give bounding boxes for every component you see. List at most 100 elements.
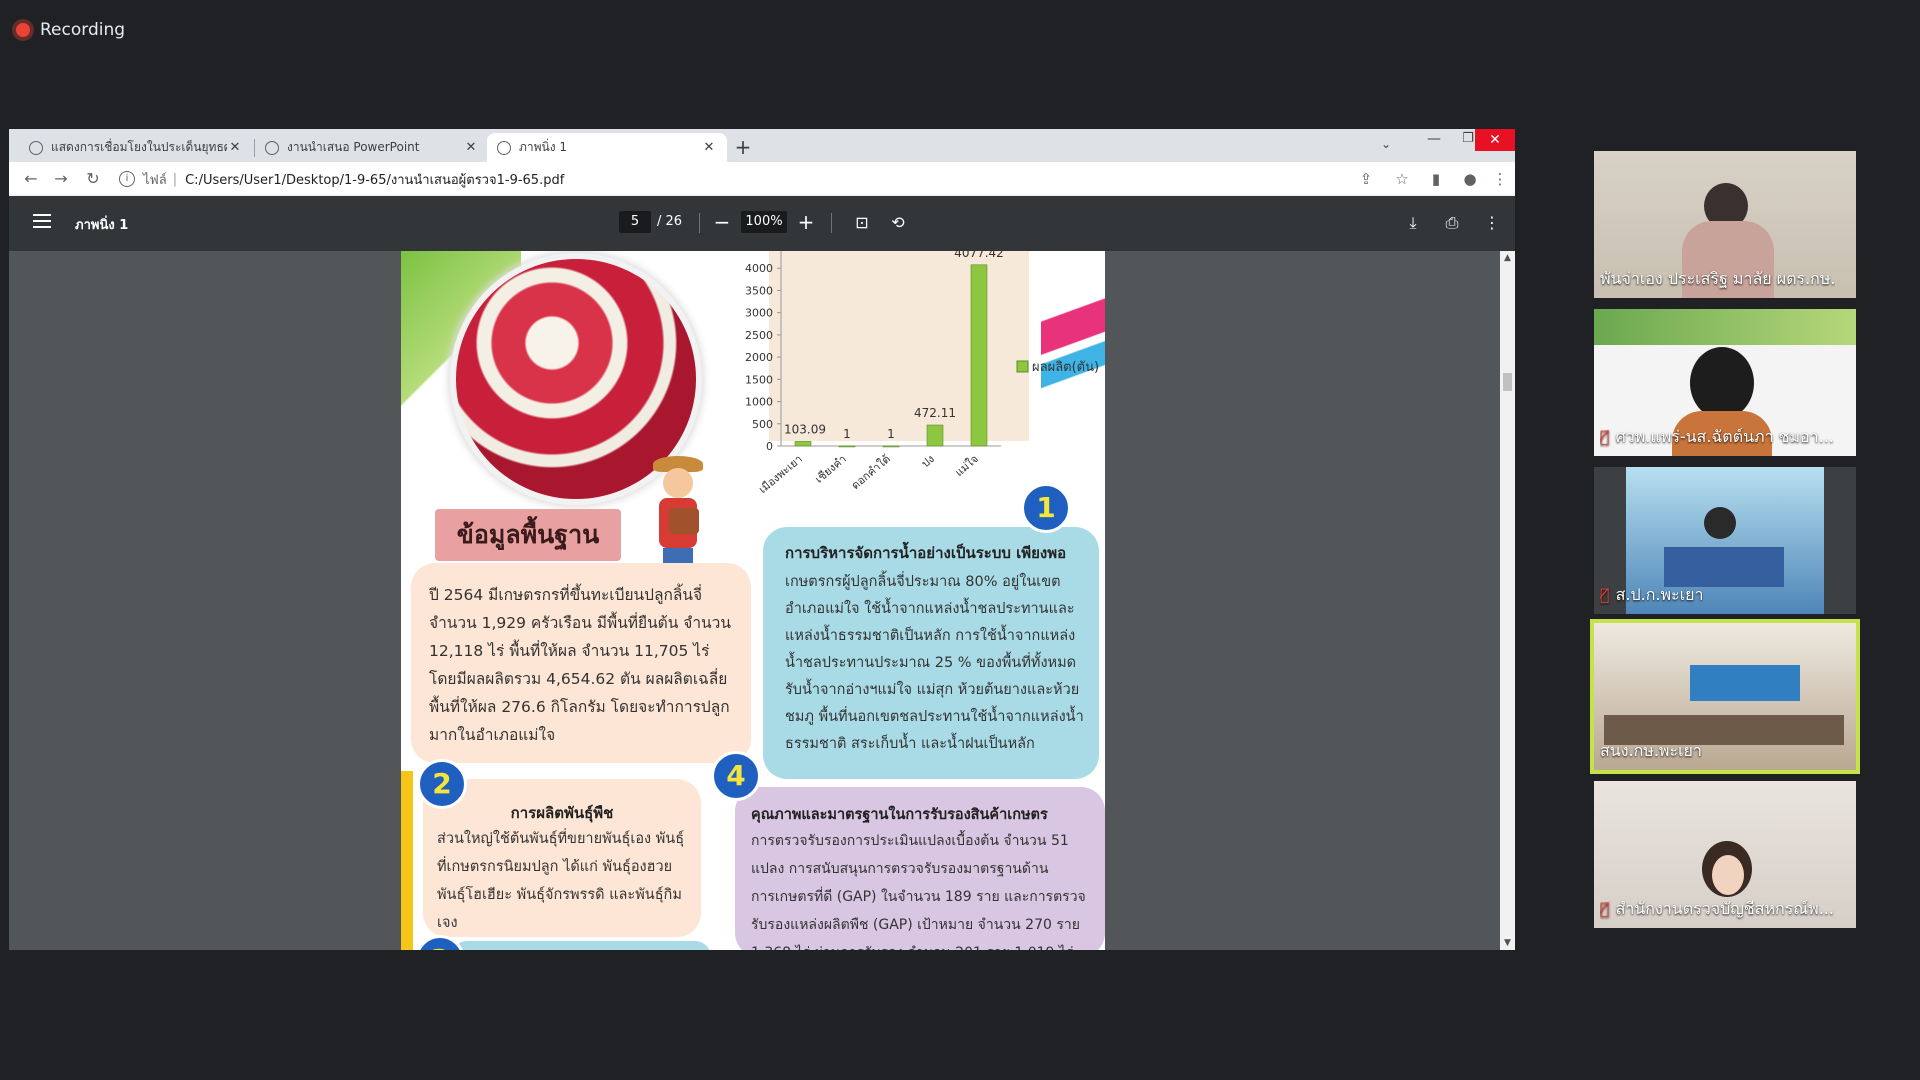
tab-2-active[interactable]: ภาพนิ่ง 1 ✕ xyxy=(487,133,727,162)
address-bar[interactable]: i ไฟล์ | C:/Users/User1/Desktop/1-9-65/ง… xyxy=(119,165,1319,193)
section-badge-1: 1 xyxy=(1021,483,1071,533)
plant-breeding-text: ส่วนใหญ่ใช้ต้นพันธุ์ที่ขยายพันธุ์เอง พัน… xyxy=(437,831,685,931)
reload-icon[interactable]: ↻ xyxy=(83,169,103,189)
plant-breeding-panel: การผลิตพันธุ์พืช ส่วนใหญ่ใช้ต้นพันธุ์ที่… xyxy=(423,779,701,937)
production-chart: 0 500 1000 1500 2000 2500 3000 3500 4000 4500 103.… xyxy=(745,251,1099,496)
tab-title: ภาพนิ่ง 1 xyxy=(519,140,568,154)
download-icon[interactable]: ⤓ xyxy=(1402,212,1424,234)
scroll-down-arrow-icon[interactable]: ▼ xyxy=(1500,936,1515,950)
tab-0[interactable]: แสดงการเชื่อมโยงในประเด็นยุทธศาสตร์ ✕ xyxy=(19,133,253,162)
bar xyxy=(794,441,812,447)
y-tick-label: 3500 xyxy=(745,284,773,297)
data-label: 1 xyxy=(843,427,851,441)
browser-toolbar: ← → ↻ i ไฟล์ | C:/Users/User1/Desktop/1-… xyxy=(9,162,1515,197)
tab-title: งานนำเสนอ PowerPoint xyxy=(287,140,420,154)
globe-icon xyxy=(29,140,43,155)
data-label: 103.09 xyxy=(784,422,826,436)
pdf-toolbar: ภาพนิ่ง 1 5 / 26 − 100% + ⊡ ⟲ ⤓ ⎙ ⋮ xyxy=(9,196,1515,251)
recording-label: Recording xyxy=(40,20,126,40)
participant-tile[interactable]: 🎙̸ ศวพ.แพร่-นส.ฉัตต์นภา ชมอา... xyxy=(1594,309,1856,456)
y-tick-label: 1500 xyxy=(745,373,773,386)
y-tick-label: 4000 xyxy=(745,262,773,275)
water-management-text: เกษตรกรผู้ปลูกลิ้นจี่ประมาณ 80% อยู่ในเข… xyxy=(785,574,1084,752)
menu-icon[interactable] xyxy=(33,214,51,228)
section-3-panel xyxy=(451,941,711,950)
more-vert-icon[interactable]: ⋮ xyxy=(1491,170,1509,188)
quality-standard-text: การตรวจรับรองการประเมินแปลงเบื้องต้น จำน… xyxy=(751,833,1086,950)
info-icon[interactable]: i xyxy=(119,171,135,187)
bar xyxy=(926,424,944,447)
y-tick-label: 1000 xyxy=(745,396,773,409)
participant-name: 🎙̸ ศวพ.แพร่-นส.ฉัตต์นภา ชมอา... xyxy=(1600,427,1834,446)
data-label: 4077.42 xyxy=(954,251,1004,260)
close-icon[interactable]: ✕ xyxy=(227,140,243,156)
zoom-out-button[interactable]: − xyxy=(711,210,733,234)
star-icon[interactable]: ☆ xyxy=(1393,170,1411,188)
fit-page-icon[interactable]: ⊡ xyxy=(851,212,873,234)
tab-1[interactable]: งานนำเสนอ PowerPoint ✕ xyxy=(255,133,489,162)
share-icon[interactable]: ⇪ xyxy=(1357,170,1375,188)
rotate-icon[interactable]: ⟲ xyxy=(887,212,909,234)
forward-arrow-icon[interactable]: → xyxy=(51,169,71,189)
zoom-input[interactable]: 100% xyxy=(741,211,787,233)
participant-tile[interactable]: พันจ่าเอง ประเสริฐ มาลัย ผตร.กษ. xyxy=(1594,151,1856,298)
page-number-input[interactable]: 5 xyxy=(619,211,651,233)
y-tick-label: 2000 xyxy=(745,351,773,364)
profile-icon[interactable]: ● xyxy=(1461,170,1479,188)
section-badge-3: 3 xyxy=(415,935,465,950)
participant-name: 🎙̸ สำนักงานตรวจบัญชีสหกรณ์พ... xyxy=(1600,899,1834,918)
tab-title: แสดงการเชื่อมโยงในประเด็นยุทธศาสตร์ xyxy=(51,140,227,154)
globe-icon xyxy=(265,140,279,155)
chevron-down-icon[interactable]: ⌄ xyxy=(1381,137,1391,151)
scroll-up-arrow-icon[interactable]: ▲ xyxy=(1500,251,1515,265)
water-management-heading: การบริหารจัดการน้ำอย่างเป็นระบบ เพียงพอ xyxy=(785,544,1067,562)
minimize-icon[interactable]: — xyxy=(1419,131,1449,153)
y-tick-label: 0 xyxy=(766,440,773,453)
participant-name: พันจ่าเอง ประเสริฐ มาลัย ผตร.กษ. xyxy=(1600,269,1836,288)
quality-standard-panel: คุณภาพและมาตรฐานในการรับรองสินค้าเกษตร ก… xyxy=(735,787,1105,950)
participant-name: 🎙̸ ส.ป.ก.พะเยา xyxy=(1600,585,1704,604)
data-label: 1 xyxy=(887,427,895,441)
address-path: C:/Users/User1/Desktop/1-9-65/งานนำเสนอผ… xyxy=(185,172,565,188)
pdf-page: 0 500 1000 1500 2000 2500 3000 3500 4000 4500 103.… xyxy=(401,251,1105,950)
new-tab-button[interactable]: + xyxy=(731,135,755,159)
back-arrow-icon[interactable]: ← xyxy=(21,169,41,189)
vertical-scrollbar[interactable]: ▲ ▼ xyxy=(1500,251,1515,950)
page-total: / 26 xyxy=(657,214,683,229)
basic-info-panel: ปี 2564 มีเกษตรกรที่ขึ้นทะเบียนปลูกลิ้นจ… xyxy=(411,563,751,763)
zoom-in-button[interactable]: + xyxy=(795,210,817,234)
close-window-button[interactable]: ✕ xyxy=(1475,129,1515,151)
toolbar-divider xyxy=(699,213,700,233)
water-management-panel: การบริหารจัดการน้ำอย่างเป็นระบบ เพียงพอ … xyxy=(763,527,1099,779)
recording-indicator: Recording xyxy=(16,16,125,44)
address-divider: | xyxy=(172,171,178,187)
mic-off-icon: 🎙̸ xyxy=(1600,899,1610,918)
participant-tile[interactable]: 🎙̸ ส.ป.ก.พะเยา xyxy=(1594,467,1856,614)
participant-name: สนง.กษ.พะเยา xyxy=(1600,741,1702,760)
address-scheme: ไฟล์ xyxy=(143,172,167,188)
category-label: เชียงคำ xyxy=(813,452,849,485)
more-vert-icon[interactable]: ⋮ xyxy=(1481,212,1503,234)
mic-off-icon: 🎙̸ xyxy=(1600,427,1610,446)
bar xyxy=(882,445,900,448)
pdf-title: ภาพนิ่ง 1 xyxy=(75,218,129,233)
bar xyxy=(838,445,856,448)
legend-swatch xyxy=(1016,360,1029,373)
pdf-viewer[interactable]: 0 500 1000 1500 2000 2500 3000 3500 4000 4500 103.… xyxy=(9,251,1515,950)
scrollbar-thumb[interactable] xyxy=(1503,373,1512,391)
participant-tile-active-speaker[interactable]: สนง.กษ.พะเยา xyxy=(1590,619,1860,774)
section-badge-4: 4 xyxy=(711,751,761,801)
participant-tile[interactable]: 🎙̸ สำนักงานตรวจบัญชีสหกรณ์พ... xyxy=(1594,781,1856,928)
y-tick-label: 3000 xyxy=(745,307,773,320)
bar xyxy=(970,264,988,447)
globe-icon xyxy=(497,140,511,155)
close-icon[interactable]: ✕ xyxy=(701,140,717,156)
legend-label: ผลผลิต(ตัน) xyxy=(1032,360,1099,375)
browser-window: แสดงการเชื่อมโยงในประเด็นยุทธศาสตร์ ✕ งา… xyxy=(9,129,1515,950)
side-panel-icon[interactable]: ▮ xyxy=(1427,170,1445,188)
print-icon[interactable]: ⎙ xyxy=(1441,212,1463,234)
close-icon[interactable]: ✕ xyxy=(463,140,479,156)
plant-breeding-heading: การผลิตพันธุ์พืช xyxy=(510,804,614,822)
y-tick-label: 4500 xyxy=(745,251,773,253)
quality-standard-heading: คุณภาพและมาตรฐานในการรับรองสินค้าเกษตร xyxy=(751,807,1048,823)
